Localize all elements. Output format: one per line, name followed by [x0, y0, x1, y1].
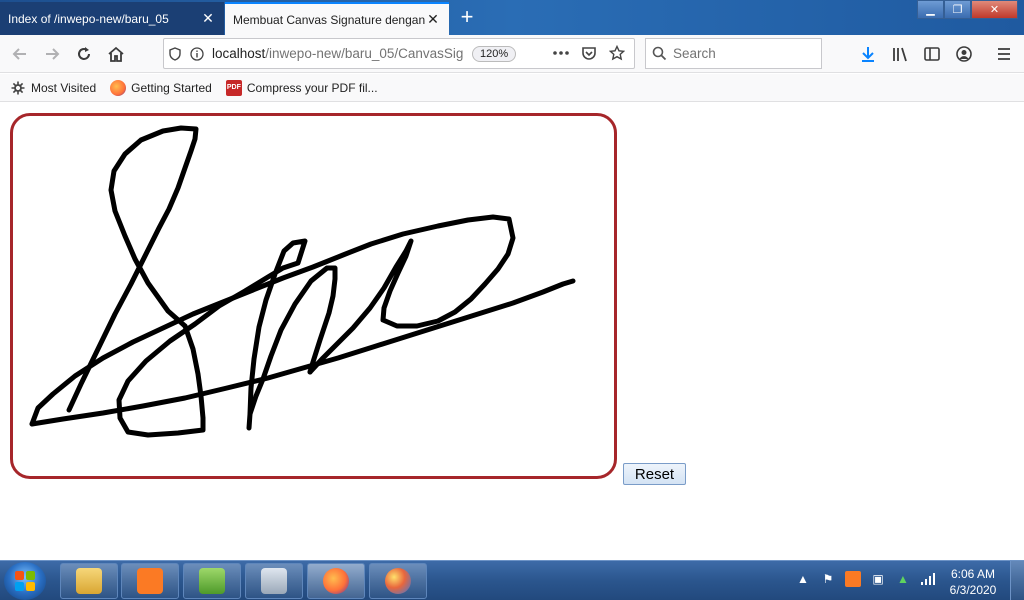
search-input[interactable]: Search	[645, 38, 822, 69]
show-hidden-icons-arrow-icon[interactable]: ▲	[795, 571, 811, 587]
taskbar: ▲ ⚑ ▣ ▲ 6:06 AM 6/3/2020	[0, 560, 1024, 600]
sidebar-icon	[924, 47, 940, 61]
clock-date: 6/3/2020	[949, 583, 997, 597]
back-arrow-icon	[12, 48, 26, 60]
shield-icon[interactable]	[164, 43, 186, 65]
xampp-icon	[137, 568, 163, 594]
signature-stroke	[29, 125, 576, 438]
firefox-icon	[323, 568, 349, 594]
bookmark-compress-pdf[interactable]: PDF Compress your PDF fil...	[225, 79, 378, 96]
show-desktop-button[interactable]	[1010, 561, 1024, 600]
safely-remove-hardware-icon[interactable]: ▣	[870, 571, 886, 587]
bookmark-label: Compress your PDF fil...	[246, 80, 378, 95]
reload-button[interactable]	[70, 40, 98, 68]
reset-button[interactable]: Reset	[623, 463, 686, 485]
tab-index-of[interactable]: Index of /inwepo-new/baru_05 ✕	[0, 2, 224, 35]
forward-button[interactable]	[38, 40, 66, 68]
taskbar-firefox[interactable]	[307, 563, 365, 599]
hamburger-menu-icon	[998, 48, 1010, 60]
reload-icon	[78, 47, 90, 60]
tray-app-icon[interactable]: ▲	[895, 571, 911, 587]
taskbar-calculator[interactable]	[245, 563, 303, 599]
paint-palette-icon	[385, 568, 411, 594]
bookmark-most-visited[interactable]: Most Visited	[10, 80, 96, 96]
library-icon	[893, 47, 907, 62]
home-icon	[108, 46, 124, 62]
start-button[interactable]	[4, 562, 46, 600]
bookmark-star-icon[interactable]	[606, 42, 628, 64]
url-actions	[550, 42, 628, 64]
firefox-icon	[110, 79, 127, 96]
new-tab-button[interactable]: +	[454, 4, 480, 30]
info-icon[interactable]	[186, 43, 208, 65]
downloads-button[interactable]	[854, 40, 882, 68]
action-center-flag-icon[interactable]: ⚑	[820, 571, 836, 587]
download-arrow-icon	[862, 47, 874, 62]
bookmark-label: Getting Started	[131, 80, 212, 95]
pocket-icon[interactable]	[578, 42, 600, 64]
close-icon[interactable]: ✕	[425, 11, 441, 28]
zoom-level-badge[interactable]: 120%	[472, 45, 517, 62]
url-host: localhost	[212, 46, 266, 61]
window-controls: ▁ ❐ ✕	[917, 0, 1018, 19]
page-actions-icon[interactable]	[550, 42, 572, 64]
close-icon[interactable]: ✕	[200, 10, 216, 27]
forward-arrow-icon	[46, 48, 60, 60]
bookmark-label: Most Visited	[31, 80, 97, 95]
windows-logo-icon	[15, 571, 35, 591]
library-button[interactable]	[886, 40, 914, 68]
url-text[interactable]: localhost/inwepo-new/baru_05/CanvasSig	[212, 46, 470, 61]
tab-strip: Index of /inwepo-new/baru_05 ✕ Membuat C…	[0, 0, 1024, 35]
xampp-tray-icon[interactable]	[845, 571, 861, 587]
notepad-icon	[199, 568, 225, 594]
back-button[interactable]	[6, 40, 34, 68]
gear-icon	[10, 80, 26, 96]
account-button[interactable]	[950, 40, 978, 68]
folder-icon	[76, 568, 102, 594]
search-icon	[652, 46, 667, 61]
nav-toolbar: localhost/inwepo-new/baru_05/CanvasSig 1…	[0, 35, 1024, 73]
calculator-icon	[261, 568, 287, 594]
tab-title: Index of /inwepo-new/baru_05	[8, 11, 169, 26]
bookmarks-toolbar: Most Visited Getting Started PDF Compres…	[0, 74, 1024, 102]
taskbar-xampp[interactable]	[121, 563, 179, 599]
taskbar-notepad[interactable]	[183, 563, 241, 599]
system-tray: ▲ ⚑ ▣ ▲	[795, 571, 936, 587]
system-clock[interactable]: 6:06 AM 6/3/2020	[944, 566, 1002, 598]
menu-button[interactable]	[990, 40, 1018, 68]
signature-canvas[interactable]	[10, 113, 617, 479]
minimize-button[interactable]: ▁	[917, 0, 944, 19]
search-placeholder: Search	[673, 46, 716, 61]
sidebar-button[interactable]	[918, 40, 946, 68]
pdf-icon: PDF	[225, 79, 242, 96]
url-path: /inwepo-new/baru_05/CanvasSig	[265, 46, 464, 61]
bookmark-getting-started[interactable]: Getting Started	[110, 79, 212, 96]
tab-canvas-signature[interactable]: Membuat Canvas Signature dengan ✕	[225, 2, 449, 35]
home-button[interactable]	[102, 40, 130, 68]
page-content: Reset	[0, 102, 1024, 560]
window-close-button[interactable]: ✕	[971, 0, 1018, 19]
clock-time: 6:06 AM	[950, 567, 996, 581]
taskbar-paint[interactable]	[369, 563, 427, 599]
signal-strength-icon[interactable]	[920, 571, 936, 587]
taskbar-explorer[interactable]	[60, 563, 118, 599]
url-bar[interactable]: localhost/inwepo-new/baru_05/CanvasSig 1…	[163, 38, 635, 69]
tab-title: Membuat Canvas Signature dengan	[233, 12, 425, 27]
account-icon	[956, 46, 972, 62]
restore-button[interactable]: ❐	[944, 0, 971, 19]
